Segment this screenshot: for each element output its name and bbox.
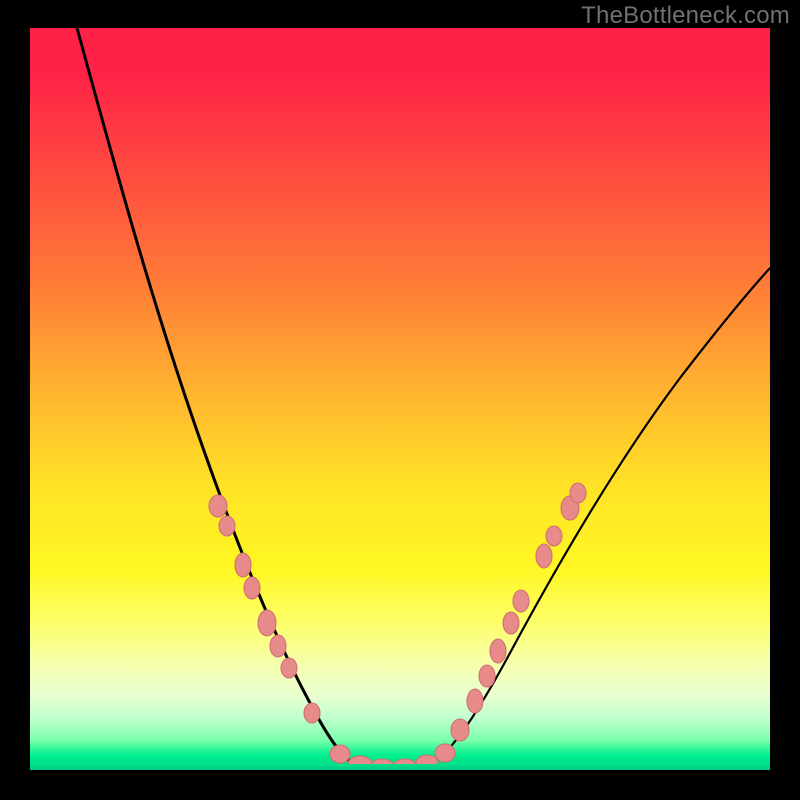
data-marker	[209, 495, 227, 517]
data-marker	[467, 689, 483, 713]
data-marker	[479, 665, 495, 687]
data-marker	[503, 612, 519, 634]
plot-area	[30, 28, 770, 770]
data-marker	[435, 744, 455, 762]
data-marker	[451, 719, 469, 741]
data-marker	[490, 639, 506, 663]
data-marker	[219, 516, 235, 536]
chart-container: TheBottleneck.com	[0, 0, 800, 800]
bottleneck-curve	[30, 28, 770, 770]
data-marker	[244, 577, 260, 599]
data-marker	[304, 703, 320, 723]
data-marker	[281, 658, 297, 678]
data-marker	[570, 483, 586, 503]
data-marker	[330, 745, 350, 763]
data-marker	[235, 553, 251, 577]
baseline-stripe	[30, 764, 770, 770]
watermark-text: TheBottleneck.com	[581, 2, 790, 30]
data-marker	[513, 590, 529, 612]
data-marker	[270, 635, 286, 657]
data-marker	[536, 544, 552, 568]
data-marker	[258, 610, 276, 636]
data-marker	[546, 526, 562, 546]
